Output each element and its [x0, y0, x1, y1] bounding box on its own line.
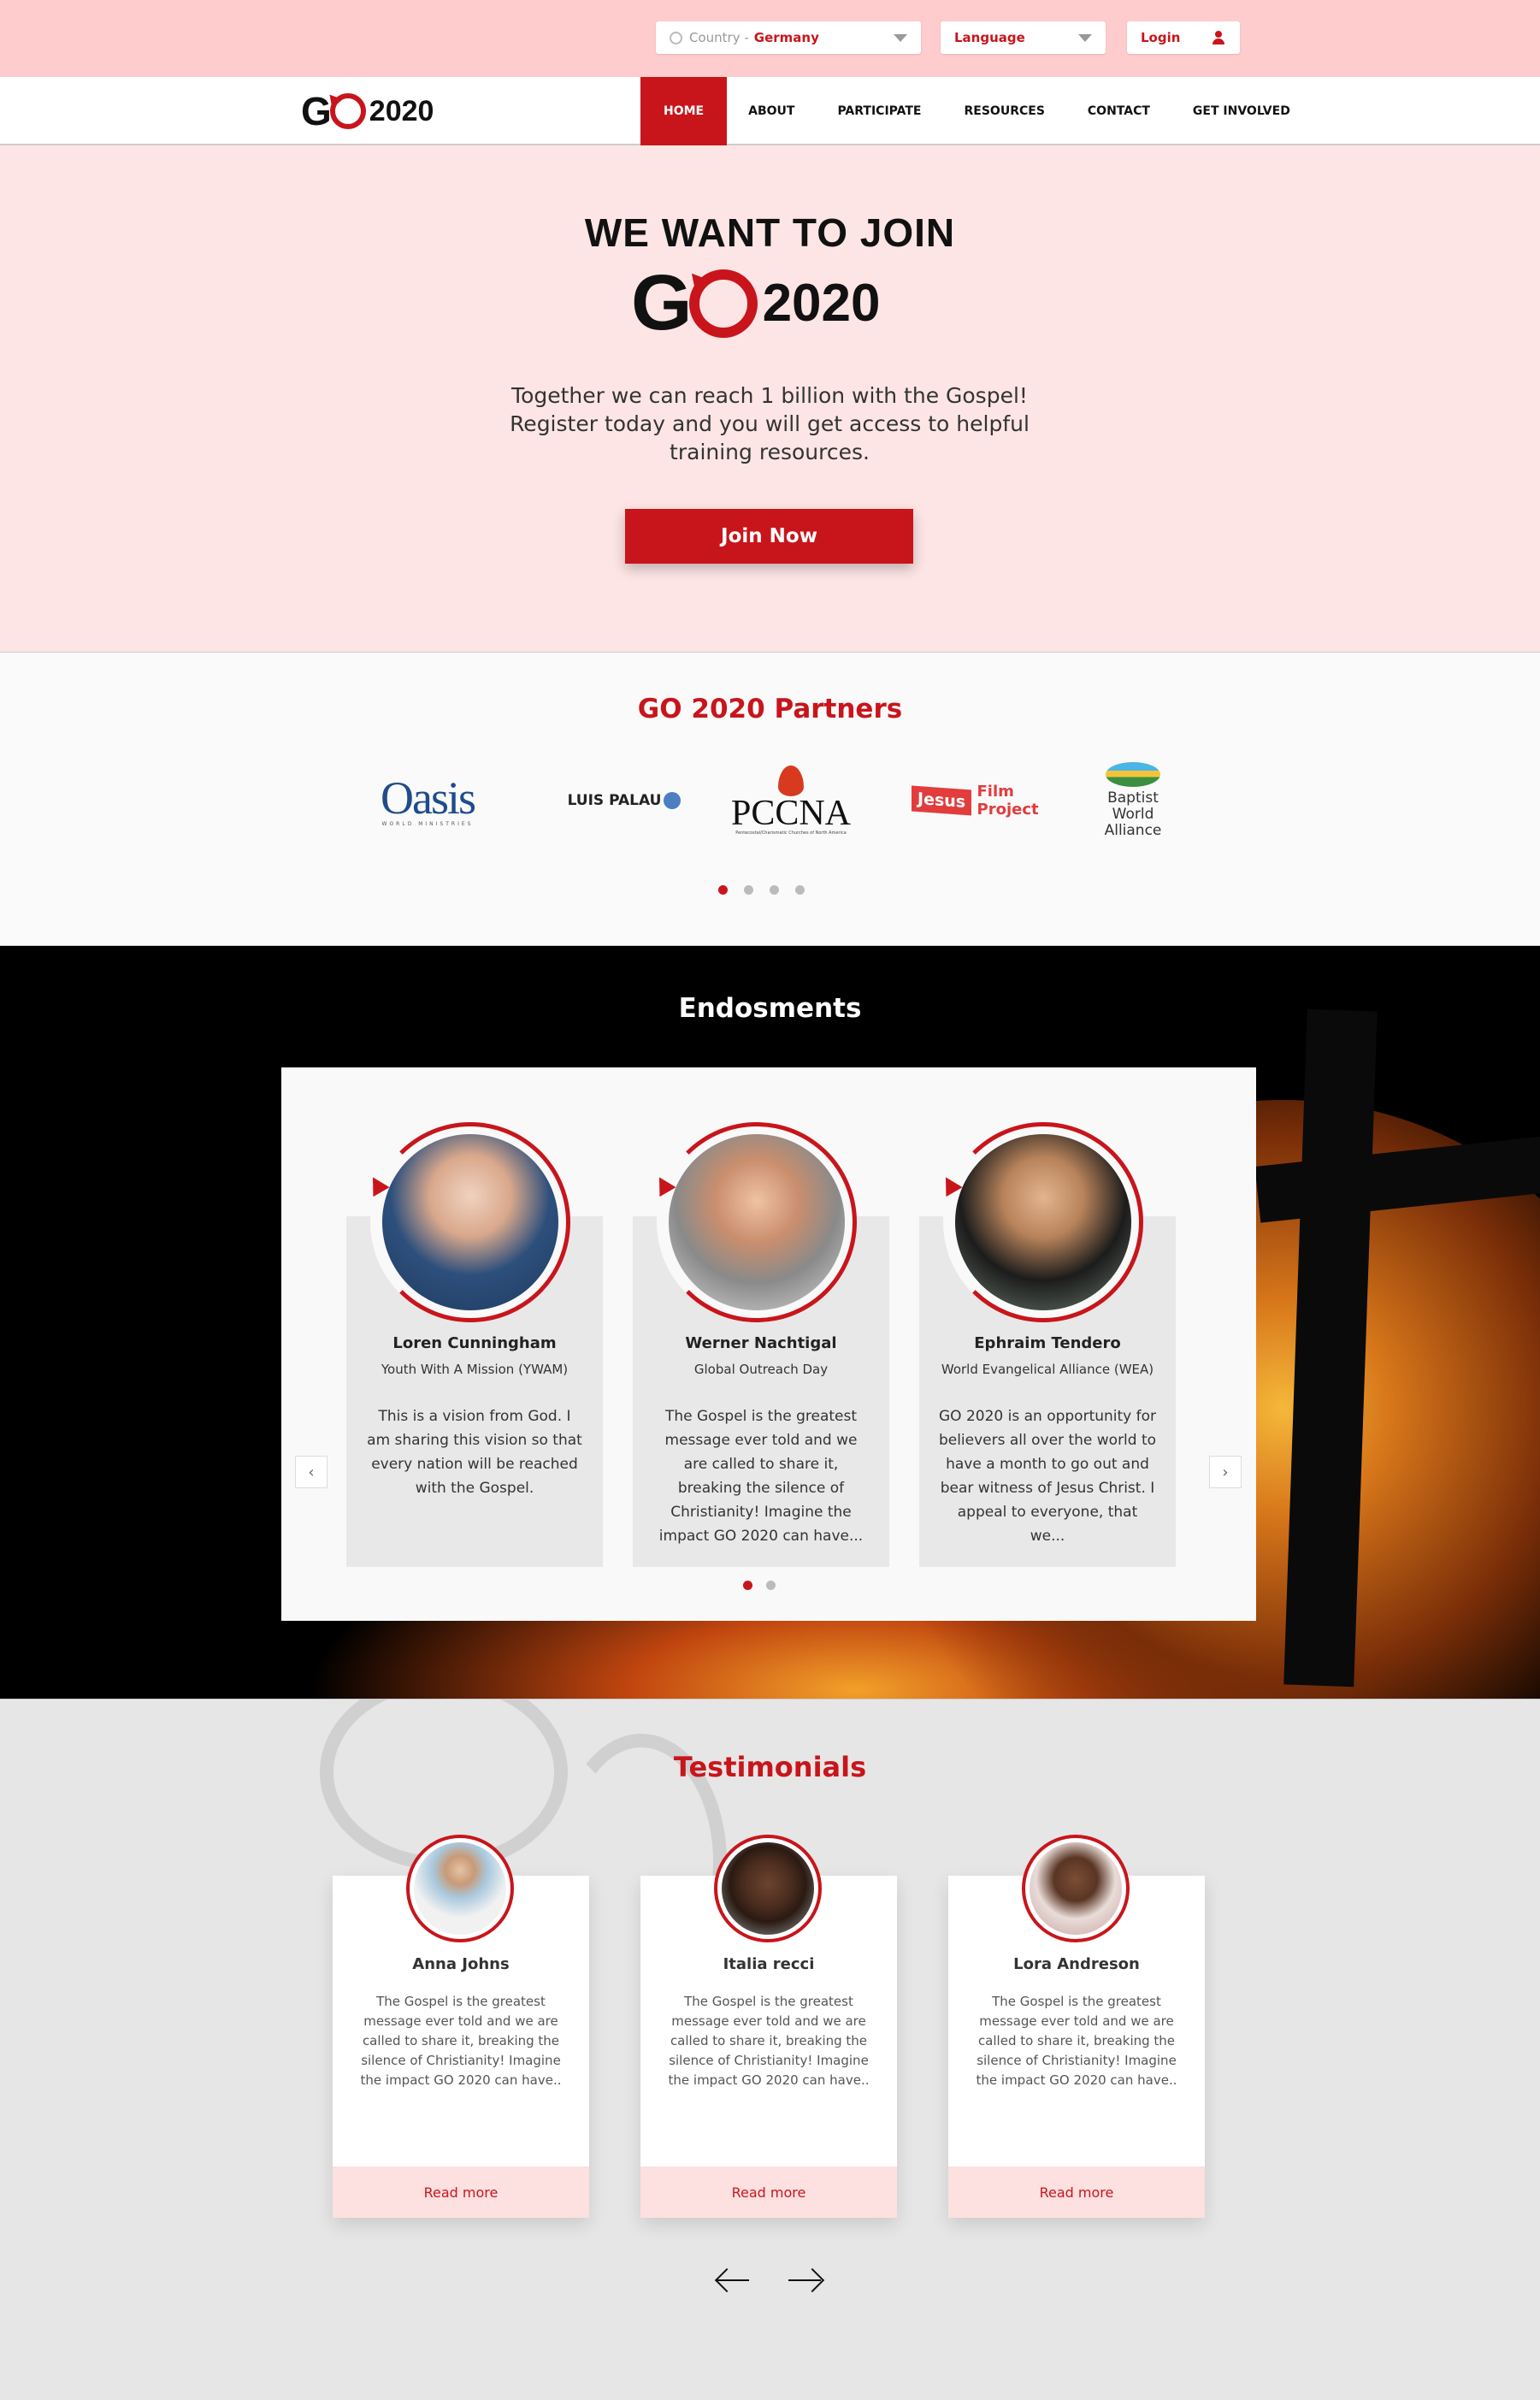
go-arrow-icon	[364, 1172, 390, 1197]
country-select[interactable]: Country - Germany	[656, 21, 921, 54]
avatar-photo	[414, 1842, 506, 1935]
endorser-quote: GO 2020 is an opportunity for believers …	[938, 1408, 1157, 1545]
avatar-photo	[382, 1134, 558, 1310]
endorser-quote: This is a vision from God. I am sharing …	[367, 1408, 582, 1497]
globe-icon	[670, 31, 682, 44]
partner-logo-baptist-world-alliance[interactable]: Baptist World Alliance	[1086, 762, 1180, 839]
testimonial-text: The Gospel is the greatest message ever …	[668, 1994, 870, 2088]
partners-pagination	[718, 885, 805, 895]
endorsements-carousel: ‹ › Loren Cunningham Youth With A Missio…	[281, 1067, 1256, 1621]
go-arrow-icon	[651, 1172, 676, 1197]
read-more-button[interactable]: Read more	[640, 2167, 897, 2218]
flame-icon	[778, 766, 804, 796]
nav-participate[interactable]: PARTICIPATE	[816, 77, 942, 145]
hero-title: WE WANT TO JOIN	[584, 210, 956, 255]
globe-icon	[664, 792, 681, 809]
country-value: Germany	[753, 30, 819, 45]
read-more-button[interactable]: Read more	[333, 2167, 589, 2218]
testimonial-name: Anna Johns	[412, 1955, 510, 1973]
pagination-dot[interactable]	[743, 1581, 752, 1590]
main-nav: G 2020 HOME ABOUT PARTICIPATE RESOURCES …	[0, 77, 1540, 145]
chevron-right-icon[interactable]: ›	[1209, 1456, 1242, 1488]
hero-section: WE WANT TO JOIN G 2020 Together we can r…	[0, 145, 1540, 652]
testimonial-card: Italia recci The Gospel is the greatest …	[640, 1835, 897, 2218]
avatar-photo	[1030, 1842, 1122, 1935]
nav-get-involved[interactable]: GET INVOLVED	[1171, 77, 1312, 145]
logo-o-arrow-icon	[329, 93, 366, 129]
partners-title: GO 2020 Partners	[637, 694, 903, 724]
partners-section: GO 2020 Partners Oasis WORLD MINISTRIES …	[0, 652, 1540, 946]
chevron-left-icon[interactable]: ‹	[295, 1456, 327, 1488]
nav-about[interactable]: ABOUT	[727, 77, 816, 145]
endorser-name: Ephraim Tendero	[974, 1334, 1121, 1352]
pagination-dot[interactable]	[766, 1581, 776, 1590]
endorsement-card: Werner Nachtigal Global Outreach Day The…	[633, 1122, 889, 1567]
login-label: Login	[1141, 30, 1181, 45]
testimonial-name: Lora Andreson	[1013, 1955, 1140, 1973]
endorser-org: Youth With A Mission (YWAM)	[381, 1362, 569, 1377]
join-now-button[interactable]: Join Now	[625, 509, 913, 564]
endorsement-card: Ephraim Tendero World Evangelical Allian…	[919, 1122, 1176, 1567]
avatar	[937, 1122, 1143, 1322]
site-logo[interactable]: G 2020	[301, 89, 434, 133]
pagination-dot[interactable]	[718, 885, 728, 895]
nav-home[interactable]: HOME	[640, 77, 728, 145]
hero-tagline: Together we can reach 1 billion with the…	[510, 383, 1030, 464]
logo-o-arrow-icon	[688, 269, 758, 338]
user-icon	[1213, 31, 1224, 44]
pagination-dot[interactable]	[744, 885, 753, 895]
partner-logo-jesus-film[interactable]: Jesus Film Project	[912, 762, 1039, 839]
bwa-emblem-icon	[1106, 762, 1160, 787]
testimonial-card: Lora Andreson The Gospel is the greatest…	[948, 1835, 1205, 2218]
avatar-photo	[669, 1134, 845, 1310]
top-utility-bar: Country - Germany Language Login	[0, 0, 1540, 77]
endorsements-section: Endosments ‹ › Loren Cunningham Youth Wi…	[0, 946, 1540, 1699]
hero-logo: G 2020	[631, 259, 881, 346]
avatar	[1022, 1835, 1130, 1942]
endorser-org: World Evangelical Alliance (WEA)	[941, 1362, 1154, 1377]
arrow-right-icon[interactable]	[787, 2267, 825, 2293]
partner-logo-pccna[interactable]: PCCNA Pentecostal/Charismatic Churches o…	[731, 762, 851, 839]
arrow-left-icon[interactable]	[714, 2267, 752, 2293]
read-more-button[interactable]: Read more	[948, 2167, 1205, 2218]
endorser-name: Loren Cunningham	[392, 1334, 557, 1352]
go-arrow-icon	[937, 1172, 963, 1197]
avatar-photo	[722, 1842, 814, 1935]
nav-menu: HOME ABOUT PARTICIPATE RESOURCES CONTACT…	[640, 77, 1312, 145]
testimonial-text: The Gospel is the greatest message ever …	[976, 1994, 1177, 2088]
partner-logo-luis-palau[interactable]: LUIS PALAU	[564, 762, 684, 839]
endorser-quote: The Gospel is the greatest message ever …	[658, 1408, 864, 1545]
login-button[interactable]: Login	[1127, 21, 1240, 54]
endorser-name: Werner Nachtigal	[685, 1334, 837, 1352]
caret-down-icon	[894, 34, 907, 42]
testimonial-text: The Gospel is the greatest message ever …	[360, 1994, 562, 2088]
nav-contact[interactable]: CONTACT	[1066, 77, 1171, 145]
country-label: Country -	[689, 30, 749, 45]
avatar	[714, 1835, 822, 1942]
language-label: Language	[954, 30, 1025, 45]
endorsement-card: Loren Cunningham Youth With A Mission (Y…	[346, 1122, 603, 1567]
testimonial-name: Italia recci	[723, 1955, 815, 1973]
nav-resources[interactable]: RESOURCES	[943, 77, 1066, 145]
endorsements-pagination	[743, 1581, 776, 1590]
partner-logo-oasis[interactable]: Oasis WORLD MINISTRIES	[359, 762, 496, 839]
avatar-photo	[955, 1134, 1131, 1310]
pagination-dot[interactable]	[770, 885, 779, 895]
testimonial-card: Anna Johns The Gospel is the greatest me…	[333, 1835, 589, 2218]
language-select[interactable]: Language	[941, 21, 1106, 54]
testimonials-title: Testimonials	[673, 1751, 867, 1783]
endorser-org: Global Outreach Day	[693, 1362, 829, 1377]
avatar	[364, 1122, 570, 1322]
caret-down-icon	[1078, 34, 1092, 42]
endorsements-title: Endosments	[678, 993, 862, 1024]
avatar	[651, 1122, 857, 1322]
testimonials-section: Testimonials Anna Johns The Gospel is th…	[0, 1699, 1540, 2400]
avatar	[406, 1835, 514, 1942]
pagination-dot[interactable]	[795, 885, 805, 895]
